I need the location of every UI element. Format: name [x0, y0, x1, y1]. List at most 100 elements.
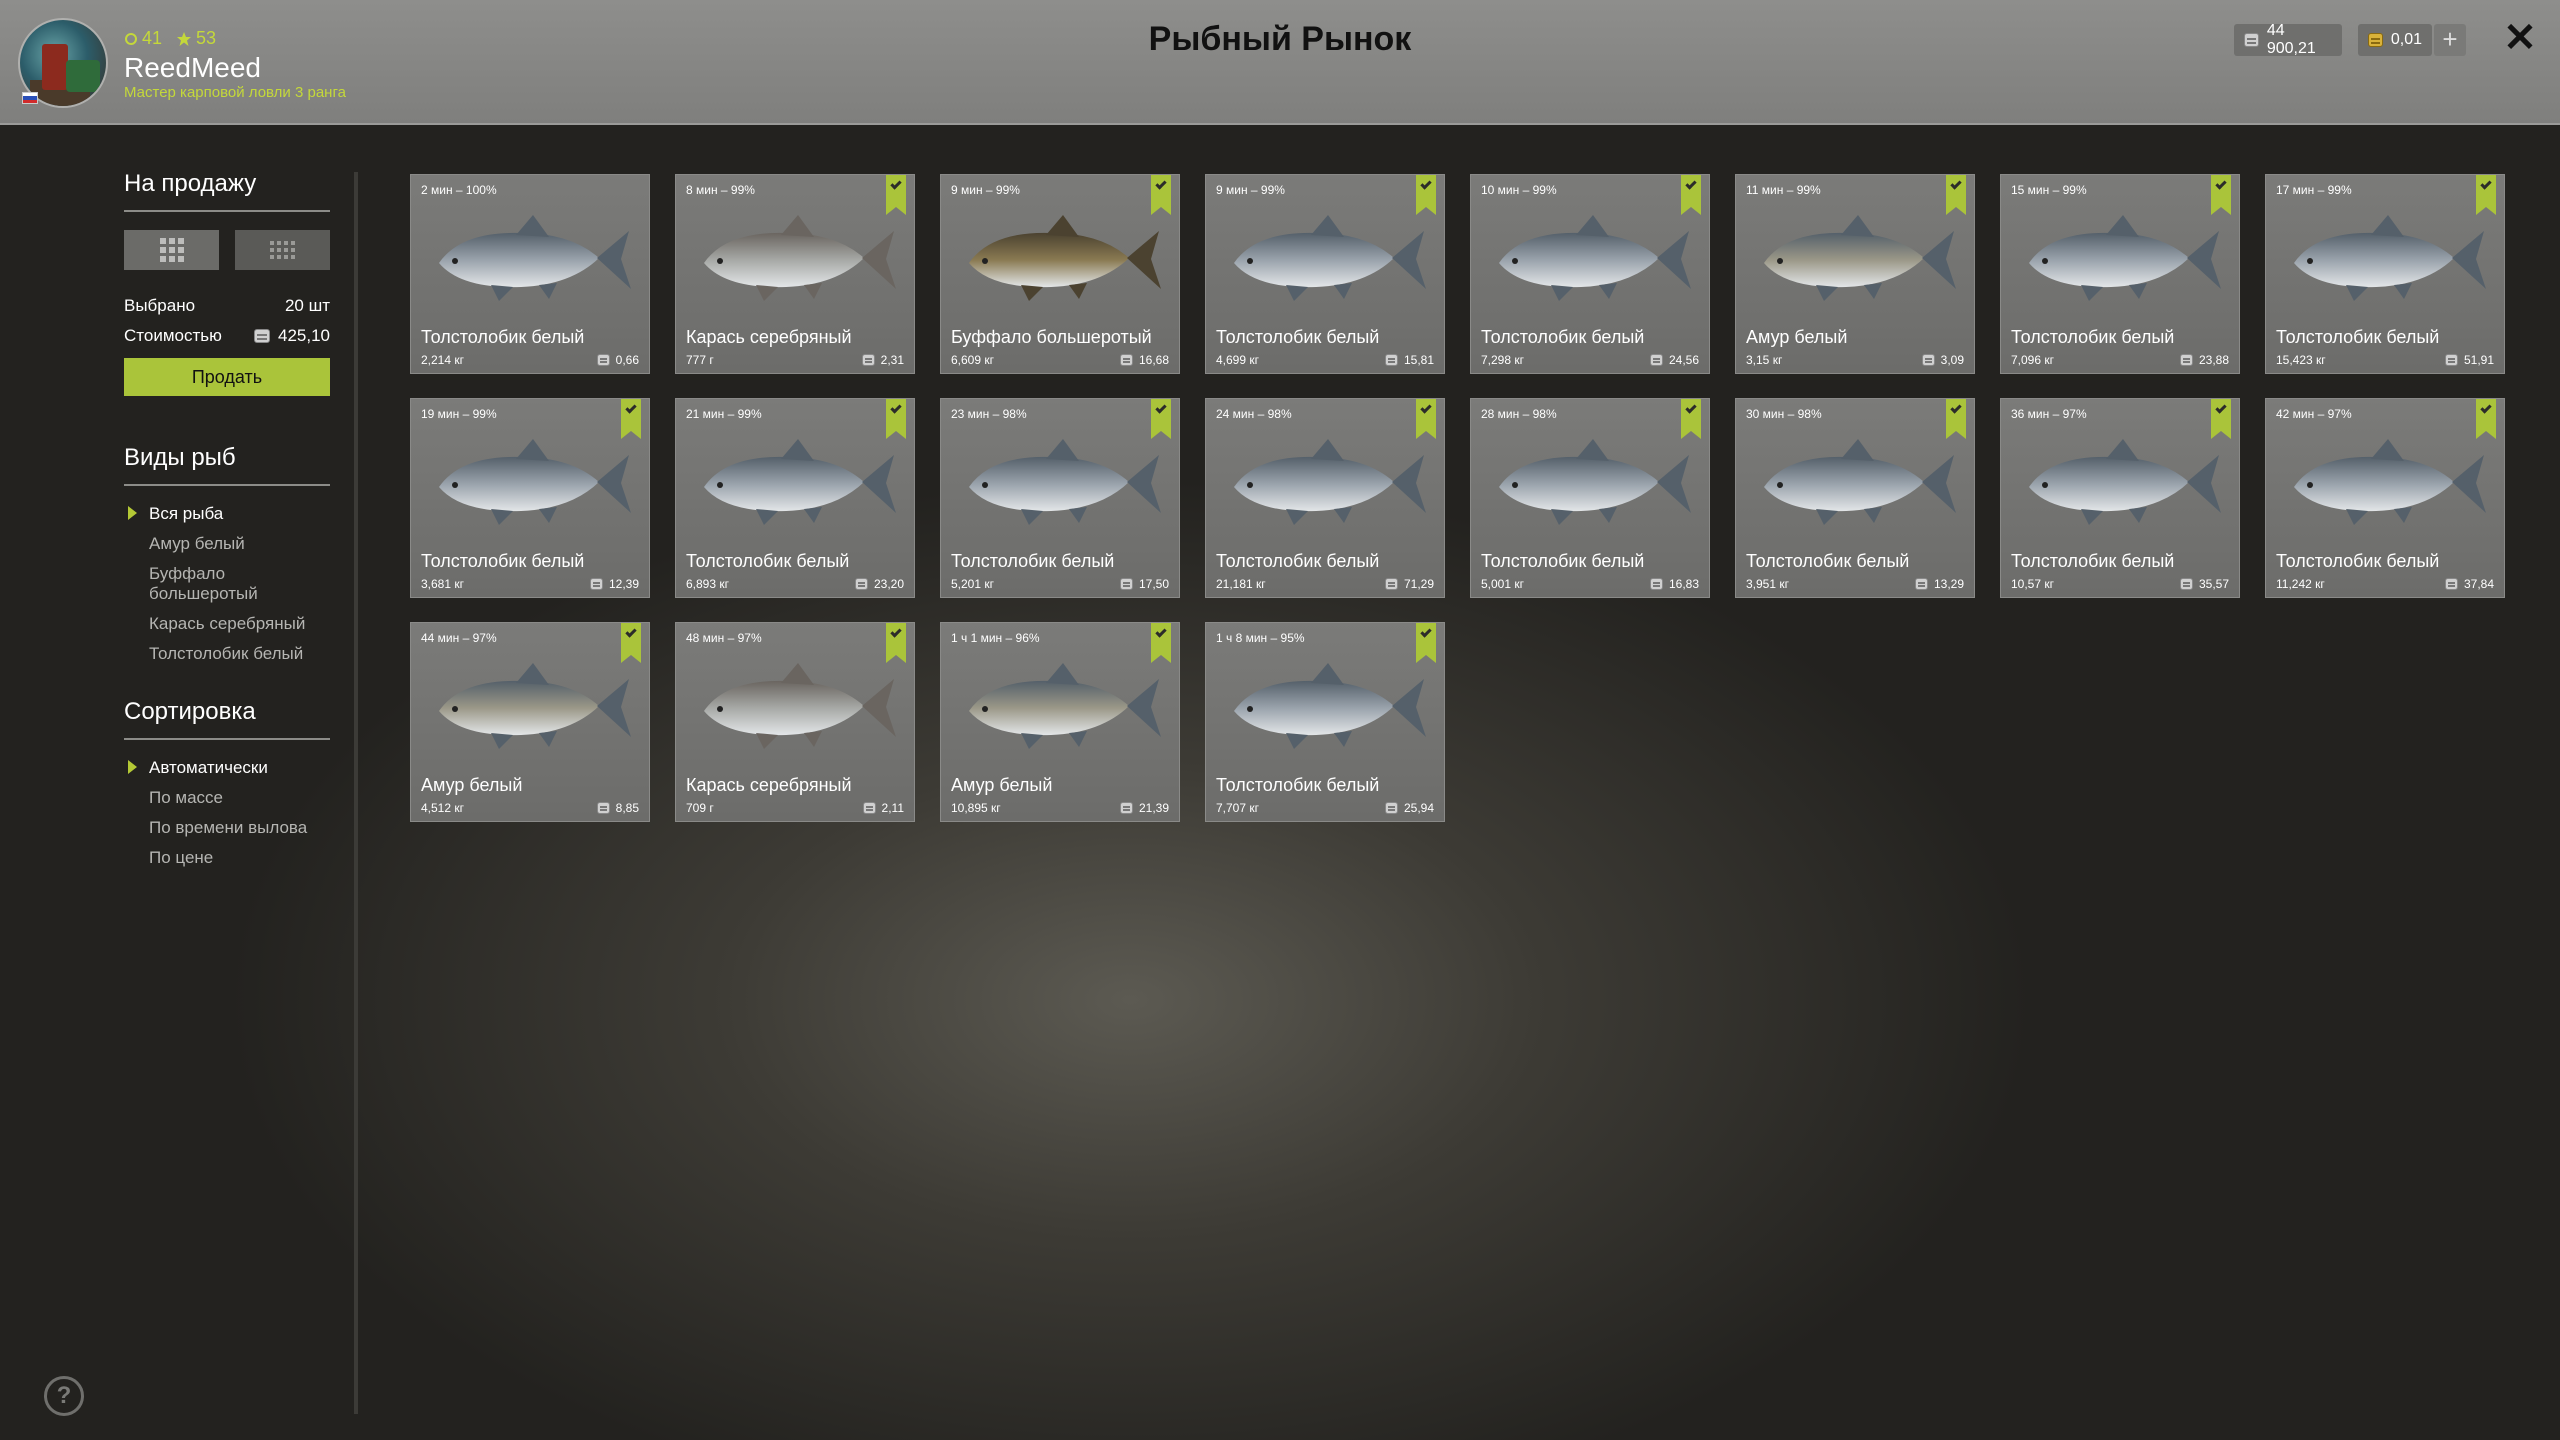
- fish-grid: 2 мин – 100% Толстолобик белый 2,214 кг 0,6…: [410, 174, 2506, 822]
- fish-name: Буффало большеротый: [951, 327, 1152, 347]
- fish-card[interactable]: 24 мин – 98% Толстолобик белый 21,181 кг 71…: [1205, 398, 1445, 598]
- fish-name: Амур белый: [1746, 327, 1848, 347]
- add-currency-button[interactable]: +: [2434, 24, 2466, 56]
- header-bar: 41 53 ReedMeed Мастер карповой ловли 3 р…: [0, 0, 2560, 125]
- fish-price: 3,09: [1921, 353, 1964, 367]
- fish-weight: 10,895 кг: [951, 801, 1001, 815]
- card-footer: 6,893 кг 23,20: [686, 577, 904, 591]
- fish-image: [439, 439, 631, 525]
- fish-name: Карась серебряный: [686, 775, 852, 795]
- fish-card[interactable]: 30 мин – 98% Толстолобик белый 3,951 кг 13,…: [1735, 398, 1975, 598]
- fish-image: [2294, 215, 2486, 301]
- catch-time: 17 мин – 99%: [2276, 183, 2352, 197]
- species-filter-silver-carp[interactable]: Толстолобик белый: [124, 644, 330, 664]
- large-grid-icon: [159, 238, 184, 262]
- catch-time: 8 мин – 99%: [686, 183, 755, 197]
- card-footer: 5,201 кг 17,50: [951, 577, 1169, 591]
- fish-card[interactable]: 23 мин – 98% Толстолобик белый 5,201 кг 17,…: [940, 398, 1180, 598]
- silver-coin-icon: [2179, 578, 2193, 590]
- fish-name: Толстолобик белый: [686, 551, 850, 571]
- close-button[interactable]: ✕: [2500, 18, 2540, 58]
- fish-weight: 10,57 кг: [2011, 577, 2054, 591]
- silver-coin-icon: [1119, 354, 1133, 366]
- active-arrow-icon: [128, 506, 137, 520]
- fish-card[interactable]: 21 мин – 99% Толстолобик белый 6,893 кг 23,…: [675, 398, 915, 598]
- sort-by-price[interactable]: По цене: [124, 848, 330, 868]
- help-button[interactable]: ?: [44, 1376, 84, 1416]
- fish-card[interactable]: 10 мин – 99% Толстолобик белый 7,298 кг 24,…: [1470, 174, 1710, 374]
- species-filter-all[interactable]: Вся рыба: [124, 504, 330, 524]
- fish-card[interactable]: 28 мин – 98% Толстолобик белый 5,001 кг 16,…: [1470, 398, 1710, 598]
- fish-weight: 6,893 кг: [686, 577, 729, 591]
- view-toggle: [124, 230, 330, 270]
- sort-label: По цене: [149, 848, 214, 867]
- fish-card[interactable]: 9 мин – 99% Буффало большеротый 6,609 кг 16…: [940, 174, 1180, 374]
- fish-card[interactable]: 19 мин – 99% Толстолобик белый 3,681 кг 12,…: [410, 398, 650, 598]
- fish-image: [2029, 439, 2221, 525]
- fish-price-value: 71,29: [1403, 577, 1434, 591]
- silver-balance-value: 44 900,21: [2266, 22, 2316, 57]
- fish-weight: 7,298 кг: [1481, 353, 1524, 367]
- fish-card[interactable]: 9 мин – 99% Толстолобик белый 4,699 кг 15,8…: [1205, 174, 1445, 374]
- sort-by-mass[interactable]: По массе: [124, 788, 330, 808]
- active-arrow-icon: [128, 760, 137, 774]
- card-footer: 6,609 кг 16,68: [951, 353, 1169, 367]
- cost-value: 425,10: [278, 326, 330, 345]
- species-filter-crucian[interactable]: Карась серебряный: [124, 614, 330, 634]
- large-grid-view-button[interactable]: [124, 230, 219, 270]
- total-cost-row: Стоимостью 425,10: [124, 326, 330, 346]
- russia-flag-icon: [22, 92, 38, 104]
- gold-balance: 0,01: [2358, 24, 2432, 56]
- fish-price: 16,83: [1649, 577, 1699, 591]
- fish-image: [1234, 215, 1426, 301]
- fish-name: Толстолобик белый: [2276, 327, 2440, 347]
- fish-name: Толстолобик белый: [421, 327, 585, 347]
- silver-coin-icon: [1384, 354, 1398, 366]
- fish-name: Толстолобик белый: [1216, 327, 1380, 347]
- fish-image: [704, 439, 896, 525]
- fish-card[interactable]: 17 мин – 99% Толстолобик белый 15,423 кг 51…: [2265, 174, 2505, 374]
- sell-button[interactable]: Продать: [124, 358, 330, 396]
- silver-coin-icon: [1384, 802, 1398, 814]
- fish-image: [969, 215, 1161, 301]
- fish-name: Толстолобик белый: [2011, 327, 2175, 347]
- fish-name: Толстолобик белый: [421, 551, 585, 571]
- silver-coin-icon: [854, 578, 868, 590]
- fish-weight: 7,707 кг: [1216, 801, 1259, 815]
- fish-weight: 3,15 кг: [1746, 353, 1783, 367]
- selected-value: 20 шт: [284, 296, 330, 315]
- card-footer: 2,214 кг 0,66: [421, 353, 639, 367]
- silver-balance: 44 900,21: [2234, 22, 2342, 57]
- fish-card[interactable]: 36 мин – 97% Толстолобик белый 10,57 кг 35,…: [2000, 398, 2240, 598]
- card-footer: 3,681 кг 12,39: [421, 577, 639, 591]
- catch-time: 44 мин – 97%: [421, 631, 497, 645]
- fish-price-value: 2,11: [881, 801, 904, 815]
- fish-image: [1234, 439, 1426, 525]
- fish-card[interactable]: 11 мин – 99% Амур белый 3,15 кг 3,09: [1735, 174, 1975, 374]
- fish-card[interactable]: 1 ч 8 мин – 95% Толстолобик белый 7,707 кг…: [1205, 622, 1445, 822]
- fish-price: 23,20: [854, 577, 904, 591]
- fish-card[interactable]: 48 мин – 97% Карась серебряный 709 г 2,11: [675, 622, 915, 822]
- species-filter-buffalo[interactable]: Буффало большеротый: [124, 564, 330, 604]
- fish-price: 25,94: [1384, 801, 1434, 815]
- sort-label: Автоматически: [149, 758, 268, 777]
- catch-time: 15 мин – 99%: [2011, 183, 2087, 197]
- fish-price-value: 8,85: [615, 801, 639, 815]
- card-footer: 709 г 2,11: [686, 801, 904, 815]
- fish-price: 8,85: [596, 801, 639, 815]
- species-filter-grass-carp[interactable]: Амур белый: [124, 534, 330, 554]
- catch-time: 30 мин – 98%: [1746, 407, 1822, 421]
- fish-card[interactable]: 1 ч 1 мин – 96% Амур белый 10,895 кг 21,39: [940, 622, 1180, 822]
- sort-auto[interactable]: Автоматически: [124, 758, 330, 778]
- fish-card[interactable]: 2 мин – 100% Толстолобик белый 2,214 кг 0,6…: [410, 174, 650, 374]
- fish-card[interactable]: 15 мин – 99% Толстолобик белый 7,096 кг 23,…: [2000, 174, 2240, 374]
- fish-card[interactable]: 42 мин – 97% Толстолобик белый 11,242 кг 37…: [2265, 398, 2505, 598]
- fish-card[interactable]: 8 мин – 99% Карась серебряный 777 г 2,31: [675, 174, 915, 374]
- small-grid-view-button[interactable]: [235, 230, 330, 270]
- sort-by-catch-time[interactable]: По времени вылова: [124, 818, 330, 838]
- silver-coin-icon: [1649, 354, 1663, 366]
- fish-card[interactable]: 44 мин – 97% Амур белый 4,512 кг 8,85: [410, 622, 650, 822]
- fish-name: Амур белый: [951, 775, 1053, 795]
- card-footer: 5,001 кг 16,83: [1481, 577, 1699, 591]
- fish-price: 35,57: [2179, 577, 2229, 591]
